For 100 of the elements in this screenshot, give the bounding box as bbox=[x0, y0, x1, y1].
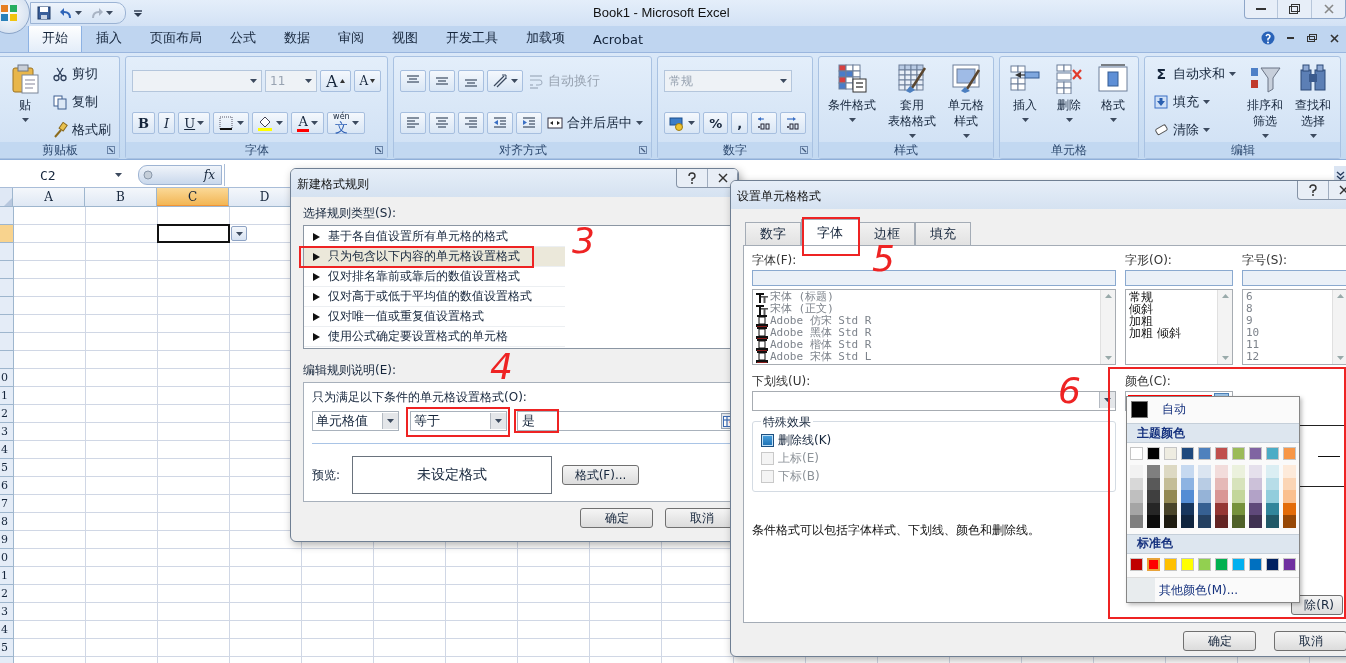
italic-button[interactable]: I bbox=[158, 112, 176, 134]
list-item[interactable]: 加粗 bbox=[1129, 315, 1214, 327]
ribbon-button[interactable]: 合并后居中 bbox=[545, 112, 646, 134]
phonetic-button[interactable]: wén 文 bbox=[327, 112, 365, 134]
column-header[interactable]: C bbox=[157, 188, 229, 206]
field-label: 字号(S): bbox=[1242, 252, 1288, 268]
group-label: 特殊效果 bbox=[761, 414, 813, 431]
group-label: 单元格 bbox=[1051, 141, 1088, 159]
ribbon-tab[interactable]: 审阅 bbox=[324, 24, 378, 52]
ribbon-button[interactable]: 剪切 bbox=[50, 63, 100, 85]
list-item[interactable]: 仅对排名靠前或靠后的数值设置格式 bbox=[304, 267, 565, 287]
ribbon-button[interactable]: 套用 表格格式 bbox=[885, 60, 940, 142]
format-button[interactable]: % bbox=[703, 112, 729, 134]
group-label: 剪贴板 bbox=[41, 141, 78, 159]
ok-button[interactable]: 确定 bbox=[1183, 631, 1256, 651]
more-colors-item[interactable]: 其他颜色(M)... bbox=[1155, 581, 1239, 599]
ribbon-button[interactable]: 条件格式 bbox=[825, 60, 880, 142]
insert-function-button[interactable]: fx bbox=[203, 168, 215, 182]
ribbon-tab[interactable]: 插入 bbox=[82, 24, 136, 52]
preview-box: 未设定格式 bbox=[352, 456, 552, 494]
dialog-tab[interactable]: 字体 bbox=[801, 219, 859, 245]
group-label: 样式 bbox=[894, 141, 919, 159]
automatic-color-item[interactable]: 自动 bbox=[1127, 397, 1299, 421]
underline-button[interactable]: U bbox=[178, 112, 211, 134]
ribbon-button[interactable]: 排序和 筛选 bbox=[1244, 60, 1287, 142]
list-item[interactable]: 只为包含以下内容的单元格设置格式 bbox=[304, 247, 565, 267]
ribbon-tab[interactable]: 页面布局 bbox=[136, 24, 216, 52]
ribbon-tab[interactable]: 加载项 bbox=[512, 24, 579, 52]
row-header[interactable]: 4 bbox=[0, 441, 13, 459]
dialog-title: 设置单元格格式 bbox=[736, 188, 822, 205]
checkbox-label: 删除线(K) bbox=[778, 431, 832, 449]
format-button[interactable]: 格式(F)... bbox=[562, 465, 639, 485]
group-label: 对齐方式 bbox=[498, 141, 547, 159]
list-item[interactable]: 仅对唯一值或重复值设置格式 bbox=[304, 307, 565, 327]
dialog-tab[interactable]: 数字 bbox=[745, 222, 801, 245]
list-item[interactable]: 常规 bbox=[1129, 291, 1214, 303]
row-header[interactable]: 2 bbox=[0, 585, 13, 603]
operator-combo[interactable]: 等于 bbox=[410, 411, 507, 431]
name-box[interactable]: C2 bbox=[0, 165, 128, 185]
row-header[interactable]: 5 bbox=[0, 459, 13, 477]
dialog-tab[interactable]: 填充 bbox=[915, 222, 971, 245]
row-header[interactable]: 1 bbox=[0, 387, 13, 405]
annotation-number: 4 bbox=[490, 348, 513, 386]
field-label: 颜色(C): bbox=[1125, 373, 1171, 389]
format-button[interactable]: , bbox=[731, 112, 749, 134]
condition-label: 只为满足以下条件的单元格设置格式(O): bbox=[312, 389, 527, 406]
ribbon-button[interactable]: 单元格 样式 bbox=[945, 60, 988, 142]
ribbon-button[interactable]: 格式 bbox=[1094, 60, 1133, 142]
annotation-number: 3 bbox=[572, 222, 595, 260]
ribbon-button[interactable]: 贴 bbox=[6, 60, 44, 142]
dialog-tab[interactable]: 边框 bbox=[859, 222, 915, 245]
ribbon-tab[interactable]: 公式 bbox=[216, 24, 270, 52]
ribbon-button[interactable]: 查找和 选择 bbox=[1292, 60, 1335, 142]
bold-button[interactable]: B bbox=[132, 112, 155, 134]
row-header[interactable]: 9 bbox=[0, 531, 13, 549]
row-header[interactable]: 6 bbox=[0, 477, 13, 495]
field-combo[interactable]: 单元格值 bbox=[312, 411, 399, 431]
ribbon-button[interactable]: 清除 bbox=[1151, 119, 1213, 141]
section-header: 标准色 bbox=[1127, 533, 1299, 554]
shrink-font-button[interactable]: A bbox=[353, 70, 382, 92]
ribbon-button[interactable]: 删除 bbox=[1050, 60, 1089, 142]
grow-font-button[interactable]: A bbox=[320, 70, 351, 92]
row-header[interactable]: 5 bbox=[0, 639, 13, 657]
ribbon-tab[interactable]: 开始 bbox=[28, 24, 82, 52]
row-header[interactable]: 2 bbox=[0, 405, 13, 423]
font-color-button[interactable]: A bbox=[291, 112, 325, 134]
group-label: 数字 bbox=[723, 141, 748, 159]
list-item[interactable]: 使用公式确定要设置格式的单元格 bbox=[304, 327, 565, 347]
row-header[interactable]: 3 bbox=[0, 423, 13, 441]
window-title: Book1 - Microsoft Excel bbox=[593, 5, 730, 20]
row-header[interactable]: 4 bbox=[0, 621, 13, 639]
ribbon-button[interactable]: 复制 bbox=[50, 91, 100, 113]
ok-button[interactable]: 确定 bbox=[580, 508, 653, 528]
ribbon-tab[interactable]: Acrobat bbox=[579, 27, 658, 52]
field-label: 字形(O): bbox=[1125, 252, 1172, 268]
group-label: 编辑 bbox=[1230, 141, 1255, 159]
row-header[interactable]: 3 bbox=[0, 603, 13, 621]
row-header[interactable]: 8 bbox=[0, 513, 13, 531]
section-header: 主题颜色 bbox=[1127, 423, 1299, 443]
note-text: 条件格式可以包括字体样式、下划线、颜色和删除线。 bbox=[752, 522, 1040, 539]
cancel-button[interactable]: 取消 bbox=[1274, 631, 1346, 651]
list-item[interactable]: 仅对高于或低于平均值的数值设置格式 bbox=[304, 287, 565, 307]
ribbon-tab[interactable]: 开发工具 bbox=[432, 24, 512, 52]
ribbon-button[interactable]: Σ 自动求和 bbox=[1151, 63, 1239, 85]
ribbon-button[interactable]: 填充 bbox=[1151, 91, 1213, 113]
row-header[interactable]: 1 bbox=[0, 567, 13, 585]
list-item[interactable]: 倾斜 bbox=[1129, 303, 1214, 315]
annotation-number: 6 bbox=[1058, 372, 1081, 410]
clear-button[interactable]: 除(R) bbox=[1291, 595, 1343, 615]
ribbon-button[interactable]: 格式刷 bbox=[50, 119, 113, 141]
ribbon-tab[interactable]: 数据 bbox=[270, 24, 324, 52]
section-label: 编辑规则说明(E): bbox=[303, 362, 396, 379]
row-header[interactable]: 0 bbox=[0, 549, 13, 567]
list-item[interactable]: 加粗 倾斜 bbox=[1129, 327, 1214, 339]
row-header[interactable]: 7 bbox=[0, 495, 13, 513]
field-label: 下划线(U): bbox=[752, 373, 811, 389]
ribbon-tab[interactable]: 视图 bbox=[378, 24, 432, 52]
checkbox-label: 上标(E) bbox=[778, 449, 819, 467]
ribbon-button[interactable]: 插入 bbox=[1006, 60, 1045, 142]
row-header[interactable]: 0 bbox=[0, 369, 13, 387]
